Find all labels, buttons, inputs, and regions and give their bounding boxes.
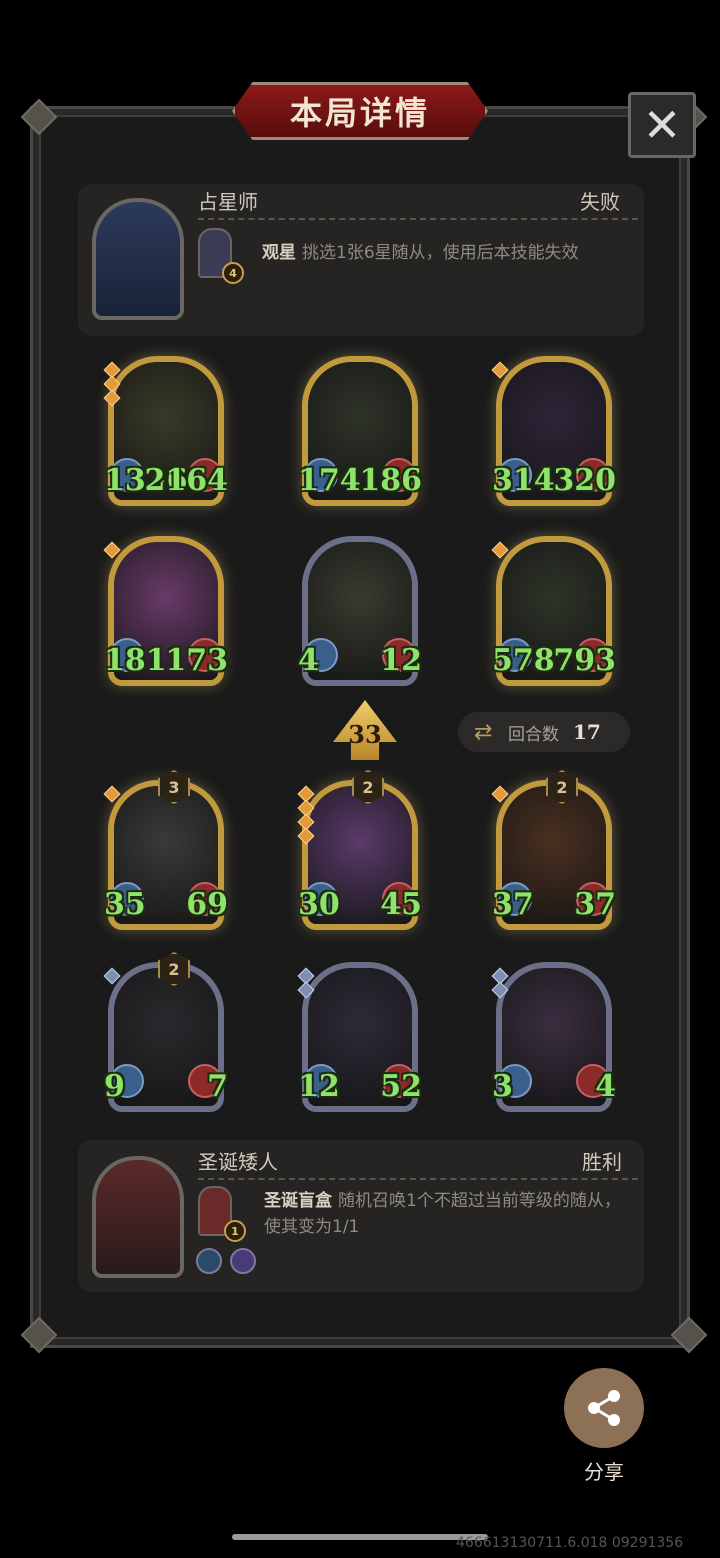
minion-attack: 314 [492,463,555,498]
star-rating [103,361,121,407]
minion-attack: 3 [492,1069,513,1104]
minion-card[interactable]: 314 320 [491,356,616,506]
minion-card[interactable]: 12 52 [297,962,422,1112]
minion-card[interactable]: 4 12 [298,536,422,686]
star-rating [103,785,121,803]
round-counter: ⇄ 回合数 17 [458,712,630,752]
minion-health: 2164 [144,463,229,498]
star-icon [103,785,121,803]
minion-card[interactable]: 1336 2164 [103,356,228,506]
opponent-skill-desc: 挑选1张6星随从，使用后本技能失效 [302,243,579,263]
minion-health: 793 [553,643,616,678]
minion-card[interactable]: 181 173 [103,536,228,686]
star-rating [491,967,509,999]
minion-card[interactable]: 3 35 69 [103,770,228,930]
star-rating [103,541,121,559]
star-icon [491,361,509,379]
star-rating [491,785,509,803]
minion-attack: 35 [104,887,146,922]
minion-health: 12 [380,643,422,678]
close-button[interactable]: ✕ [628,92,696,158]
minion-health: 4 [595,1069,616,1104]
player-skill-level: 1 [224,1220,246,1242]
star-icon [103,389,121,407]
minion-attack: 4 [298,643,319,678]
close-icon: ✕ [642,98,682,152]
star-icon [491,541,509,559]
fist-tag-icon[interactable] [230,1248,256,1274]
minion-attack: 578 [492,643,555,678]
minion-attack: 12 [298,1069,340,1104]
star-rating [297,785,315,845]
player-name: 圣诞矮人 [198,1150,278,1174]
sword-tag-icon[interactable] [196,1248,222,1274]
divider [198,1178,638,1180]
star-icon [297,827,315,845]
page-title: 本局详情 [289,94,430,132]
swap-icon: ⇄ [474,719,493,745]
title-plate: 本局详情 [232,82,488,140]
minion-card[interactable]: 297 [103,952,228,1112]
player-result: 胜利 [582,1150,622,1174]
share-label: 分享 [584,1460,624,1484]
watermark: 466613130711.6.018 09291356 [456,1535,684,1551]
minion-health: 69 [186,887,228,922]
minion-health: 45 [380,887,422,922]
minion-attack: 30 [298,887,340,922]
minion-attack: 181 [104,643,167,678]
star-rating [103,967,121,985]
minion-health: 52 [380,1069,422,1104]
minion-attack: 37 [492,887,534,922]
player-skill-name: 圣诞盲盒 [264,1191,332,1211]
star-icon [103,967,121,985]
minion-health: 320 [553,463,616,498]
minion-health: 173 [165,643,228,678]
star-rating [491,361,509,379]
minion-card[interactable]: 2 30 45 [297,770,422,930]
player-skill-text: 圣诞盲盒 随机召唤1个不超过当前等级的随从，使其变为1/1 [264,1188,624,1240]
star-rating [491,541,509,559]
star-rating [297,967,315,999]
minion-card[interactable]: 578 793 [491,536,616,686]
share-button[interactable] [564,1368,644,1448]
round-label: 回合数 [508,724,559,745]
minion-attack: 174 [298,463,361,498]
minion-card[interactable]: 174 186 [298,356,422,506]
opponent-skill-name: 观星 [262,243,296,263]
opponent-skill-level: 4 [222,262,244,284]
star-icon [491,785,509,803]
minion-attack: 9 [104,1069,125,1104]
star-icon [297,981,315,999]
opponent-name: 占星师 [198,190,258,214]
star-icon [103,541,121,559]
star-icon [491,981,509,999]
share-icon [588,1390,620,1426]
minion-health: 37 [574,887,616,922]
damage-value: 33 [348,719,382,749]
opponent-avatar[interactable] [92,198,184,320]
opponent-result: 失败 [580,190,620,214]
home-indicator[interactable] [232,1534,488,1540]
minion-health: 186 [359,463,422,498]
divider [198,218,638,220]
minion-health: 7 [207,1069,228,1104]
player-avatar[interactable] [92,1156,184,1278]
minion-card[interactable]: 34 [491,962,616,1112]
round-value: 17 [573,720,601,744]
minion-card[interactable]: 2 37 37 [491,770,616,930]
opponent-skill-text: 观星 挑选1张6星随从，使用后本技能失效 [262,240,632,266]
